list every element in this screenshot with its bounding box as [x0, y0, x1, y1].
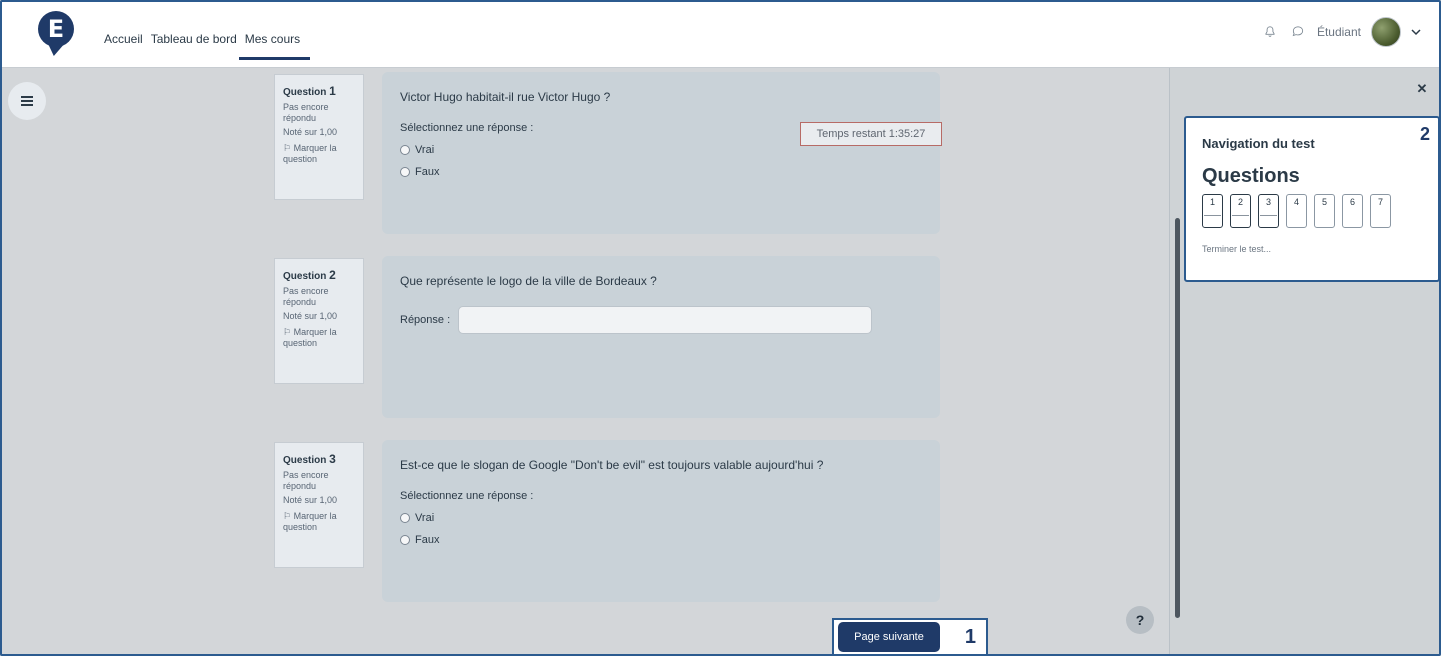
site-logo[interactable]: E	[38, 11, 74, 47]
answer-option-faux[interactable]: Faux	[400, 166, 922, 178]
help-icon[interactable]: ?	[1126, 606, 1154, 634]
question-info-2: Question 2 Pas encore répondu Noté sur 1…	[274, 258, 364, 384]
question-title: Question 1	[283, 84, 336, 98]
flag-question-link[interactable]: ⚐ Marquer la question	[283, 511, 355, 533]
app-frame: E Accueil Tableau de bord Mes cours Étud…	[0, 0, 1441, 656]
answer-option-faux[interactable]: Faux	[400, 534, 922, 546]
nav-item-tableau-de-bord[interactable]: Tableau de bord	[151, 32, 237, 46]
radio-button[interactable]	[400, 145, 410, 155]
question-info-3: Question 3 Pas encore répondu Noté sur 1…	[274, 442, 364, 568]
question-nav-1[interactable]: 1	[1202, 194, 1223, 228]
user-tools: Étudiant	[1261, 17, 1421, 47]
radio-button[interactable]	[400, 513, 410, 523]
questions-heading: Questions	[1202, 165, 1300, 187]
main-content: Question 1 Pas encore répondu Noté sur 1…	[2, 68, 1176, 654]
question-title: Question 3	[283, 452, 336, 466]
question-score: Noté sur 1,00	[283, 310, 338, 321]
next-page-button[interactable]: Page suivante	[838, 622, 940, 652]
question-info-1: Question 1 Pas encore répondu Noté sur 1…	[274, 74, 364, 200]
question-box-3: Est-ce que le slogan de Google "Don't be…	[382, 440, 940, 602]
answer-row: Réponse :	[400, 306, 922, 334]
scrollbar[interactable]	[1175, 218, 1180, 618]
question-box-1: Victor Hugo habitait-il rue Victor Hugo …	[382, 72, 940, 234]
question-nav-5[interactable]: 5	[1314, 194, 1335, 228]
question-nav-3[interactable]: 3	[1258, 194, 1279, 228]
question-number-list: 1 2 3 4 5 6 7	[1202, 194, 1424, 228]
flag-question-link[interactable]: ⚐ Marquer la question	[283, 327, 355, 349]
question-nav-2[interactable]: 2	[1230, 194, 1251, 228]
annotation-number-1: 1	[964, 626, 976, 648]
nav-item-mes-cours[interactable]: Mes cours	[238, 32, 311, 60]
quiz-navigation-card: 2 Navigation du test Questions 1 2 3 4 5…	[1184, 116, 1439, 282]
question-status: Pas encore répondu	[283, 470, 329, 491]
quiz-navigation-title: Navigation du test	[1202, 136, 1315, 151]
question-nav-4[interactable]: 4	[1286, 194, 1307, 228]
question-score: Noté sur 1,00	[283, 126, 338, 137]
question-text: Est-ce que le slogan de Google "Don't be…	[400, 458, 824, 472]
top-navbar: E Accueil Tableau de bord Mes cours Étud…	[2, 2, 1439, 68]
answer-input[interactable]	[458, 306, 873, 334]
main-nav: Accueil Tableau de bord Mes cours	[104, 32, 311, 60]
question-score: Noté sur 1,00	[283, 494, 338, 505]
question-title: Question 2	[283, 268, 336, 282]
nav-item-accueil[interactable]: Accueil	[104, 32, 143, 46]
flag-question-link[interactable]: ⚐ Marquer la question	[283, 143, 355, 165]
timer-badge: Temps restant 1:35:27	[800, 122, 942, 146]
finish-attempt-link[interactable]: Terminer le test...	[1202, 244, 1424, 254]
answer-label: Réponse :	[400, 314, 451, 326]
answer-option-vrai[interactable]: Vrai	[400, 512, 922, 524]
question-text: Que représente le logo de la ville de Bo…	[400, 274, 657, 288]
user-role-label[interactable]: Étudiant	[1317, 25, 1361, 39]
annotation-number-2: 2	[1419, 124, 1430, 144]
question-text: Victor Hugo habitait-il rue Victor Hugo …	[400, 90, 611, 104]
radio-button[interactable]	[400, 535, 410, 545]
question-nav-6[interactable]: 6	[1342, 194, 1363, 228]
chat-icon[interactable]	[1289, 23, 1307, 41]
select-answer-label: Sélectionnez une réponse :	[400, 490, 534, 502]
question-box-2: Que représente le logo de la ville de Bo…	[382, 256, 940, 418]
chevron-down-icon[interactable]	[1411, 27, 1421, 37]
question-status: Pas encore répondu	[283, 102, 329, 123]
logo-letter: E	[47, 15, 65, 43]
avatar[interactable]	[1371, 17, 1401, 47]
close-icon[interactable]: ✕	[1415, 81, 1429, 96]
question-status: Pas encore répondu	[283, 286, 329, 307]
radio-button[interactable]	[400, 167, 410, 177]
question-nav-7[interactable]: 7	[1370, 194, 1391, 228]
bell-icon[interactable]	[1261, 23, 1279, 41]
